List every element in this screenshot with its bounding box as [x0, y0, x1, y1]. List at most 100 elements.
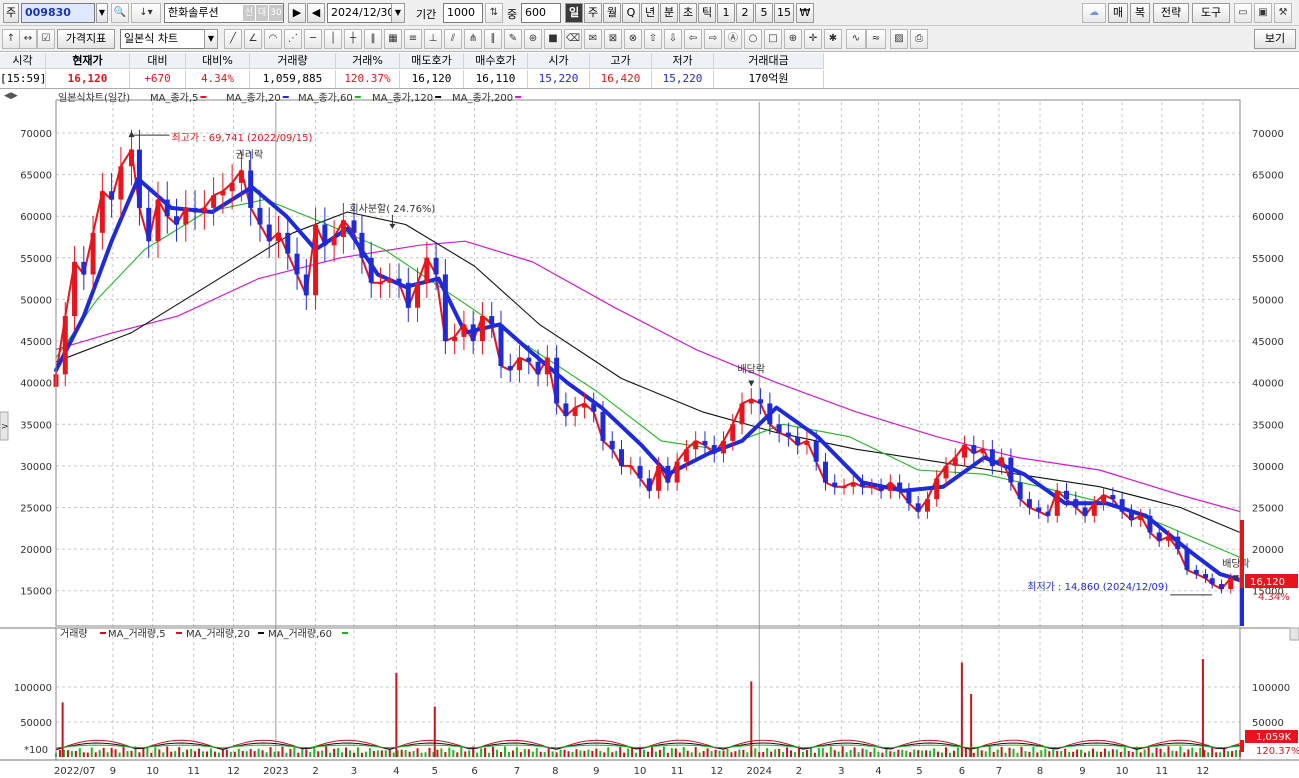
- note-icon[interactable]: ✉: [584, 29, 602, 49]
- candle-body: [229, 182, 235, 192]
- fan-icon[interactable]: ⋰: [284, 29, 302, 49]
- save-icon[interactable]: ▣: [1254, 3, 1272, 23]
- volume-bar: [1040, 750, 1043, 757]
- period-week[interactable]: 주: [584, 3, 602, 23]
- pitchfork-icon[interactable]: ⋔: [464, 29, 482, 49]
- circle-icon[interactable]: ○: [744, 29, 762, 49]
- volume-bar: [658, 749, 661, 757]
- stock-code-input[interactable]: 009830: [21, 3, 95, 23]
- count-input[interactable]: 600: [521, 3, 561, 23]
- arrow-left-icon[interactable]: ⇦: [684, 29, 702, 49]
- code-dropdown-icon[interactable]: ▼: [96, 3, 108, 23]
- volume-bar: [492, 746, 495, 757]
- print-icon[interactable]: ⎙: [910, 29, 928, 49]
- settings-icon[interactable]: ☑: [37, 29, 55, 49]
- period-2[interactable]: 2: [736, 3, 754, 23]
- clear-icon[interactable]: ⊗: [624, 29, 642, 49]
- period-tick[interactable]: 틱: [698, 3, 716, 23]
- price-indicator-button[interactable]: 가격지표: [57, 29, 115, 49]
- color-icon[interactable]: ■: [544, 29, 562, 49]
- period-second[interactable]: 초: [679, 3, 697, 23]
- image-icon[interactable]: ▨: [890, 29, 908, 49]
- crosshair-icon[interactable]: ✛: [804, 29, 822, 49]
- wave2-icon[interactable]: ≈: [866, 29, 886, 49]
- play-icon[interactable]: ▶: [288, 3, 306, 23]
- eraser-icon[interactable]: ⌫: [564, 29, 582, 49]
- candle-body: [136, 149, 142, 208]
- volume-bar: [456, 752, 459, 757]
- bars-icon[interactable]: ‖: [364, 29, 382, 49]
- arrow-right-icon[interactable]: ⇨: [704, 29, 722, 49]
- volume-bar: [674, 748, 677, 757]
- volume-bar: [591, 750, 594, 757]
- x-tick-label: 2: [796, 766, 802, 777]
- text-icon[interactable]: Ⓐ: [724, 29, 742, 49]
- volume-bar: [1123, 747, 1126, 757]
- zoom-fit-icon[interactable]: ⊠: [604, 29, 622, 49]
- period-lines-icon[interactable]: ⊥: [424, 29, 442, 49]
- multi-button[interactable]: 복: [1130, 3, 1150, 23]
- arrow-down-icon[interactable]: ⇩: [664, 29, 682, 49]
- fibonacci-icon[interactable]: ≡: [404, 29, 422, 49]
- spin-icon[interactable]: ⇅: [485, 3, 503, 23]
- tools-button[interactable]: 도구: [1192, 3, 1230, 23]
- volume-bar: [1175, 751, 1178, 757]
- angle-icon[interactable]: ∠: [244, 29, 262, 49]
- arc-icon[interactable]: ◠: [264, 29, 282, 49]
- trendline-icon[interactable]: ╱: [224, 29, 242, 49]
- pen-icon[interactable]: ✎: [504, 29, 522, 49]
- period-5[interactable]: 5: [755, 3, 773, 23]
- horizontal-line-icon[interactable]: ─: [304, 29, 322, 49]
- grid-icon[interactable]: ▦: [384, 29, 402, 49]
- market-selector[interactable]: 주: [3, 3, 19, 23]
- legend-ma60: MA_종가,60: [298, 92, 353, 104]
- rectangle-icon[interactable]: □: [764, 29, 782, 49]
- magnet-icon[interactable]: ⊛: [524, 29, 542, 49]
- volume-bar: [317, 751, 320, 757]
- volume-bar: [857, 752, 860, 757]
- buy-button[interactable]: 매: [1108, 3, 1128, 23]
- volume-bar: [1111, 749, 1114, 757]
- cloud-icon[interactable]: ☁: [1082, 3, 1106, 23]
- won-icon[interactable]: ₩: [796, 3, 814, 23]
- vertical-line-icon[interactable]: │: [324, 29, 342, 49]
- volume-bar: [829, 746, 832, 757]
- period-input[interactable]: 1000: [443, 3, 483, 23]
- x-tick-label: 12: [711, 766, 724, 777]
- arrow-up-icon[interactable]: ⇧: [644, 29, 662, 49]
- period-day[interactable]: 일: [565, 3, 583, 23]
- period-quarter[interactable]: Q: [622, 3, 640, 23]
- scroll-up-icon[interactable]: ↑: [2, 29, 20, 49]
- volume-bar: [404, 750, 407, 757]
- back-icon[interactable]: ◀: [307, 3, 325, 23]
- cross-line-icon[interactable]: ┼: [344, 29, 362, 49]
- wrench-icon[interactable]: ⚒: [1274, 3, 1292, 23]
- volume-bar: [1199, 747, 1202, 757]
- zoom-icon[interactable]: ⊕: [784, 29, 802, 49]
- period-15[interactable]: 15: [774, 3, 794, 23]
- chart-type-dropdown-icon[interactable]: ▼: [204, 29, 218, 49]
- y-tick-label-left: 50000: [20, 295, 52, 306]
- parallel-icon[interactable]: ∥: [484, 29, 502, 49]
- price-volume-chart[interactable]: 15000 1500020000 2000025000 2500030000 30000…: [0, 90, 1299, 778]
- bug-icon[interactable]: ✱: [824, 29, 842, 49]
- period-month[interactable]: 월: [603, 3, 621, 23]
- channel-icon[interactable]: ⫽: [444, 29, 462, 49]
- period-1[interactable]: 1: [717, 3, 735, 23]
- folder-icon[interactable]: ▭: [1234, 3, 1252, 23]
- period-minute[interactable]: 분: [660, 3, 678, 23]
- volume-bar: [285, 752, 288, 757]
- volume-bar: [1159, 748, 1162, 757]
- date-dropdown-icon[interactable]: ▼: [391, 3, 405, 23]
- view-button[interactable]: 보기: [1254, 29, 1296, 49]
- period-year[interactable]: 년: [641, 3, 659, 23]
- volume-bar: [1167, 746, 1170, 757]
- volume-bar: [364, 751, 367, 757]
- volume-bar: [837, 751, 840, 757]
- search-icon[interactable]: 🔍: [111, 3, 129, 23]
- volume-bar: [694, 747, 697, 757]
- sort-icon[interactable]: ↓▾: [131, 3, 161, 23]
- strategy-button[interactable]: 전략: [1153, 3, 1189, 23]
- expand-horizontal-icon[interactable]: ↔: [19, 29, 37, 49]
- wave-icon[interactable]: ∿: [846, 29, 866, 49]
